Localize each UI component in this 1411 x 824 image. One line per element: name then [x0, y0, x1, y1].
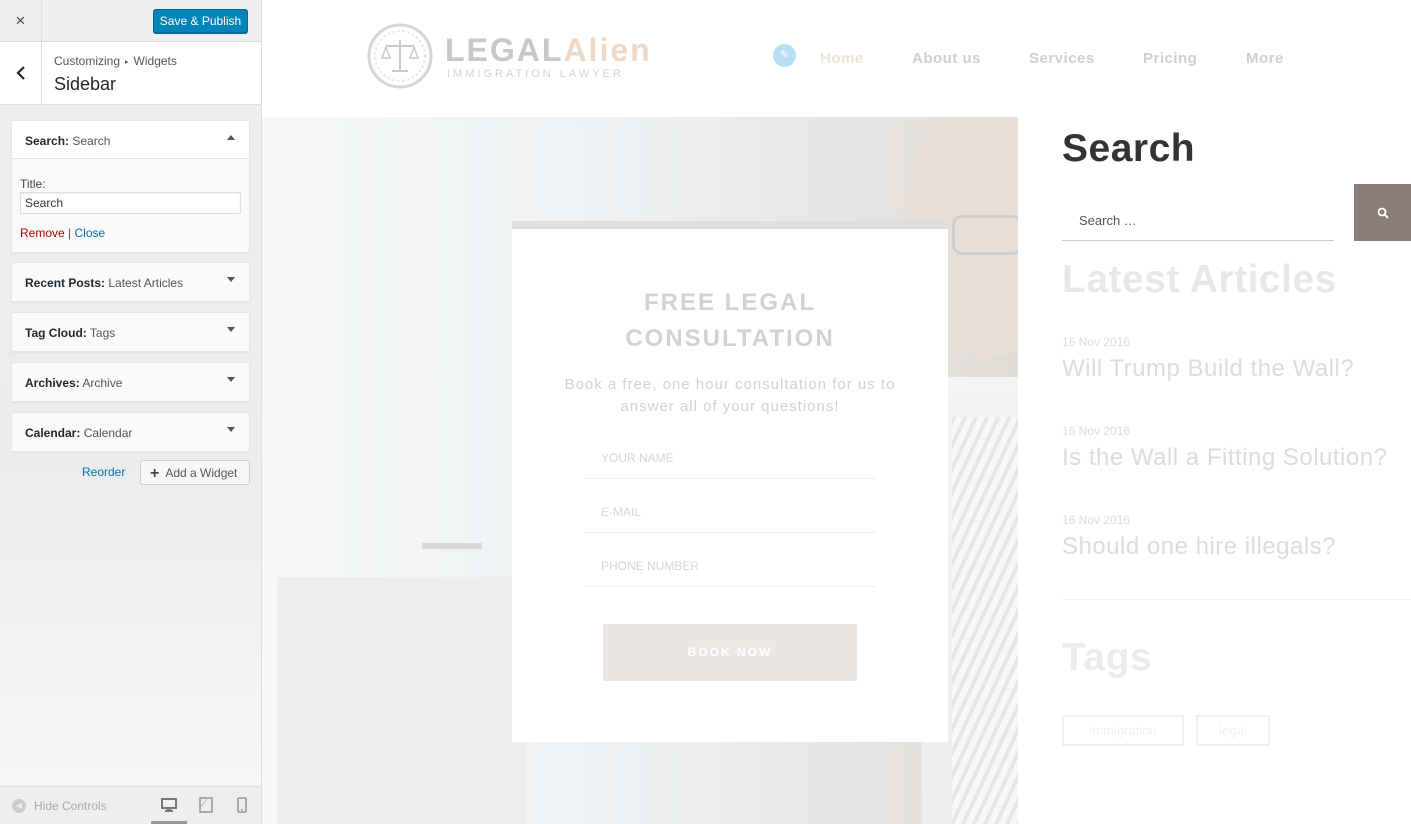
hero-photo-background — [277, 577, 527, 824]
section-header: Customizing ▸ Widgets Sidebar — [0, 42, 261, 105]
tag-link[interactable]: legal — [1196, 715, 1270, 746]
book-now-button[interactable]: BOOK NOW — [603, 624, 857, 681]
logo-word-legal: LEGAL — [445, 32, 564, 68]
hero-photo-tie — [952, 417, 1018, 824]
tags-title: Tags — [1062, 636, 1153, 679]
title-label: Title: — [20, 177, 46, 191]
sidebar-divider — [1062, 599, 1411, 600]
tablet-icon[interactable] — [197, 796, 215, 814]
nav-about-us[interactable]: About us — [912, 50, 981, 67]
section-title: Sidebar — [54, 74, 117, 94]
form-subtitle: Book a free, one hour consultation for u… — [564, 376, 896, 415]
post-date: 16 Nov 2016 — [1062, 513, 1131, 527]
widget-type: Archives: — [25, 376, 80, 390]
add-widget-button[interactable]: + Add a Widget — [140, 460, 250, 485]
nav-more[interactable]: More — [1246, 50, 1284, 67]
widget-search: Search: Search Title: Search Remove | Cl… — [11, 120, 250, 253]
site-sidebar: Search Search … Latest Articles 16 Nov 2… — [1018, 117, 1411, 824]
phone-input[interactable]: PHONE NUMBER — [584, 546, 876, 587]
back-button[interactable] — [0, 42, 42, 104]
nav-home[interactable]: Home — [820, 50, 864, 67]
latest-articles-title: Latest Articles — [1062, 258, 1337, 301]
hide-controls-label: Hide Controls — [34, 799, 107, 813]
post-title-link[interactable]: Will Trump Build the Wall? — [1062, 355, 1354, 383]
form-title: FREE LEGAL CONSULTATION — [512, 285, 948, 357]
tag-link[interactable]: immigration — [1062, 715, 1184, 746]
plus-icon: + — [150, 465, 160, 482]
customizer-footer: ◀ Hide Controls — [0, 786, 261, 824]
nav-services[interactable]: Services — [1029, 50, 1095, 67]
close-link[interactable]: Close — [75, 226, 106, 240]
widget-archives[interactable]: Archives: Archive — [11, 362, 250, 402]
post-title-link[interactable]: Should one hire illegals? — [1062, 533, 1336, 561]
widget-title: Search — [72, 134, 111, 148]
widget-title: Latest Articles — [108, 276, 184, 290]
widget-header-search[interactable]: Search: Search — [12, 121, 249, 159]
consultation-form-card: FREE LEGAL CONSULTATION Book a free, one … — [512, 221, 948, 742]
name-input[interactable]: YOUR NAME — [584, 438, 876, 479]
close-icon[interactable]: × — [0, 0, 42, 41]
breadcrumb-separator: ▸ — [125, 59, 129, 66]
post-title-link[interactable]: Is the Wall a Fitting Solution? — [1062, 444, 1387, 472]
post-date: 16 Nov 2016 — [1062, 335, 1131, 349]
site-preview: LEGALAlien IMMIGRATION LAWYER ✎ Home Abo… — [262, 0, 1411, 824]
form-title-line1: FREE LEGAL — [643, 289, 816, 316]
form-title-line2: CONSULTATION — [625, 325, 835, 352]
expand-arrow-icon[interactable] — [227, 427, 235, 432]
title-input[interactable]: Search — [20, 192, 241, 214]
site-logo-text[interactable]: LEGALAlien — [445, 32, 652, 69]
expand-arrow-icon[interactable] — [227, 277, 235, 282]
pencil-icon[interactable]: ✎ — [773, 44, 796, 67]
hero-photo-glasses — [952, 215, 1018, 255]
widget-type: Tag Cloud: — [25, 326, 87, 340]
customizer-header: × Save & Publish — [0, 0, 261, 42]
breadcrumb: Customizing ▸ Widgets — [54, 54, 177, 68]
expand-arrow-icon[interactable] — [227, 377, 235, 382]
breadcrumb-section: Widgets — [133, 54, 177, 68]
search-input[interactable]: Search … — [1062, 204, 1334, 241]
actions-divider: | — [68, 226, 72, 240]
widget-title: Calendar — [83, 426, 133, 440]
breadcrumb-root: Customizing — [54, 54, 121, 68]
remove-link[interactable]: Remove — [20, 226, 65, 240]
arrow-left-circle-icon: ◀ — [12, 799, 26, 813]
chevron-left-icon — [15, 66, 25, 80]
widget-type: Calendar: — [25, 426, 81, 440]
widget-form-search: Title: Search Remove | Close — [12, 159, 249, 252]
widget-type: Search: — [25, 134, 70, 148]
scales-logo-icon[interactable] — [366, 22, 434, 90]
save-publish-button[interactable]: Save & Publish — [153, 9, 248, 33]
add-widget-label: Add a Widget — [165, 466, 238, 480]
widget-recent-posts[interactable]: Recent Posts: Latest Articles — [11, 262, 250, 302]
collapse-arrow-icon[interactable] — [227, 135, 235, 140]
widget-title: Tags — [89, 326, 116, 340]
widget-actions: Remove | Close — [20, 226, 105, 240]
widget-title: Archive — [82, 376, 123, 390]
site-header: LEGALAlien IMMIGRATION LAWYER ✎ Home Abo… — [262, 0, 1411, 117]
desktop-icon[interactable] — [160, 796, 178, 814]
post-date: 16 Nov 2016 — [1062, 424, 1131, 438]
search-button[interactable] — [1354, 184, 1411, 241]
customizer-panel: × Save & Publish Customizing ▸ Widgets Sid… — [0, 0, 262, 824]
logo-word-alien: Alien — [563, 32, 652, 68]
search-icon — [1377, 207, 1389, 219]
email-input[interactable]: E-MAIL — [584, 492, 876, 533]
reorder-link[interactable]: Reorder — [82, 465, 125, 479]
site-tagline: IMMIGRATION LAWYER — [447, 68, 624, 80]
hero-photo-detail — [422, 543, 482, 549]
hide-controls-button[interactable]: ◀ Hide Controls — [12, 799, 107, 813]
widget-tag-cloud[interactable]: Tag Cloud: Tags — [11, 312, 250, 352]
search-widget-title: Search — [1062, 127, 1196, 170]
widget-calendar[interactable]: Calendar: Calendar — [11, 412, 250, 452]
expand-arrow-icon[interactable] — [227, 327, 235, 332]
nav-pricing[interactable]: Pricing — [1143, 50, 1197, 67]
mobile-icon[interactable] — [233, 796, 251, 814]
widget-type: Recent Posts: — [25, 276, 106, 290]
